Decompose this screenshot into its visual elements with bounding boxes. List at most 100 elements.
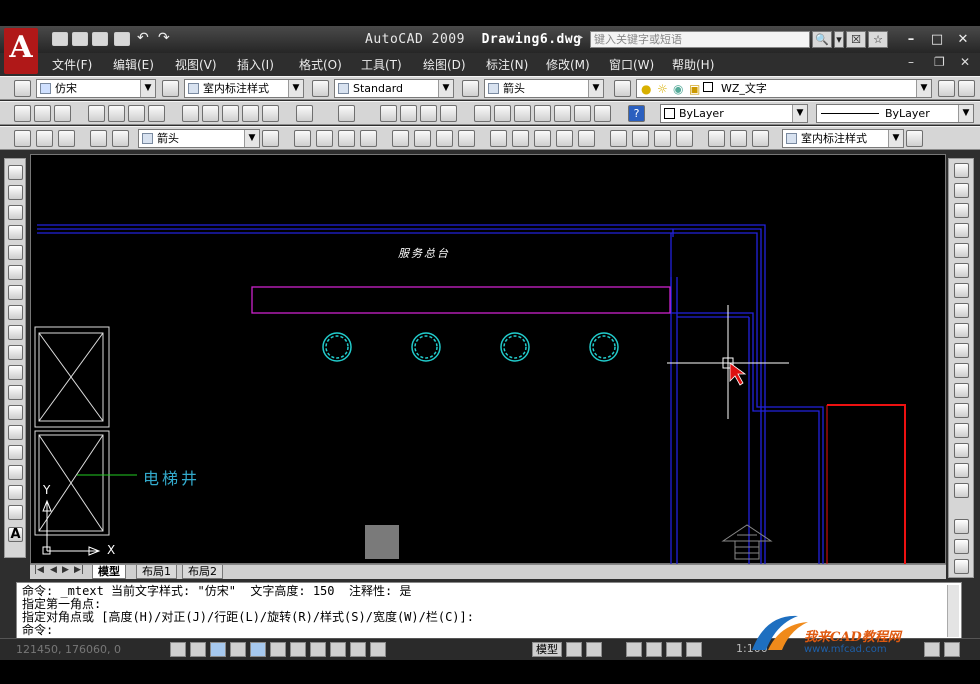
polygon-icon[interactable]: [8, 225, 23, 240]
line-icon[interactable]: [8, 165, 23, 180]
leader-align-icon[interactable]: [90, 130, 107, 147]
circle-icon[interactable]: [8, 285, 23, 300]
redo-toolbar-icon[interactable]: [338, 105, 355, 122]
plot-icon[interactable]: [88, 105, 105, 122]
match-properties-icon[interactable]: [242, 105, 259, 122]
pan-status-icon[interactable]: [626, 642, 642, 657]
open-icon[interactable]: [34, 105, 51, 122]
offset-icon[interactable]: [954, 223, 969, 238]
region-icon[interactable]: [8, 485, 23, 500]
spline-icon[interactable]: [8, 325, 23, 340]
menu-file[interactable]: 文件(F): [52, 56, 92, 73]
insert-block-icon[interactable]: [8, 385, 23, 400]
dim-jogged-icon[interactable]: [414, 130, 431, 147]
center-mark-icon[interactable]: [632, 130, 649, 147]
jogged-linear-icon[interactable]: [676, 130, 693, 147]
dim-text-edit-icon[interactable]: [730, 130, 747, 147]
quick-dim-icon[interactable]: [490, 130, 507, 147]
dim-arc-icon[interactable]: [338, 130, 355, 147]
dim-baseline-icon[interactable]: [512, 130, 529, 147]
rectangle-icon[interactable]: [8, 245, 23, 260]
dim-radius-icon[interactable]: [392, 130, 409, 147]
status-menu-icon[interactable]: [924, 642, 940, 657]
dim-break-icon[interactable]: [578, 130, 595, 147]
inspection-icon[interactable]: [654, 130, 671, 147]
properties-icon[interactable]: [474, 105, 491, 122]
minimize-icon[interactable]: –: [902, 31, 920, 48]
search-icon[interactable]: 🔍: [812, 31, 832, 48]
fillet-icon[interactable]: [954, 463, 969, 478]
mtext-icon[interactable]: A: [8, 527, 23, 542]
sheet-set-icon[interactable]: [534, 105, 551, 122]
arc-icon[interactable]: [8, 265, 23, 280]
favorites-star-icon[interactable]: ☆: [868, 31, 888, 48]
model-space-button[interactable]: 模型: [532, 642, 562, 657]
save-icon[interactable]: [92, 32, 108, 46]
copy-icon[interactable]: [202, 105, 219, 122]
open-file-icon[interactable]: [72, 32, 88, 46]
undo-toolbar-icon[interactable]: [296, 105, 313, 122]
dim-update-icon[interactable]: [752, 130, 769, 147]
menu-view[interactable]: 视图(V): [175, 56, 217, 73]
menu-insert[interactable]: 插入(I): [237, 56, 274, 73]
make-block-icon[interactable]: [8, 405, 23, 420]
leader-add-icon[interactable]: [36, 130, 53, 147]
zoom-status-icon[interactable]: [646, 642, 662, 657]
plot-preview-icon[interactable]: [108, 105, 125, 122]
snap-mode-icon[interactable]: [170, 642, 186, 657]
menu-dimension[interactable]: 标注(N): [486, 56, 528, 73]
communication-center-icon[interactable]: ☒: [846, 31, 866, 48]
markup-icon[interactable]: [554, 105, 571, 122]
text-style-select[interactable]: 仿宋 ▼: [36, 79, 156, 98]
revision-cloud-icon[interactable]: [8, 305, 23, 320]
draworder-icon[interactable]: [954, 519, 969, 534]
make-current-layer-icon[interactable]: [938, 80, 955, 97]
dim-angular-icon[interactable]: [458, 130, 475, 147]
menu-format[interactable]: 格式(O): [299, 56, 342, 73]
help-icon[interactable]: ?: [628, 105, 645, 122]
chamfer-icon[interactable]: [954, 443, 969, 458]
dim-edit-icon[interactable]: [708, 130, 725, 147]
bring-front-icon[interactable]: [954, 539, 969, 554]
tab-layout2[interactable]: 布局2: [182, 565, 223, 579]
search-expand-icon[interactable]: ▸: [578, 32, 583, 43]
tab-model[interactable]: 模型: [92, 565, 126, 579]
extend-icon[interactable]: [954, 363, 969, 378]
showmotion-icon[interactable]: [686, 642, 702, 657]
dim-space-icon[interactable]: [556, 130, 573, 147]
publish-icon[interactable]: [128, 105, 145, 122]
polar-tracking-icon[interactable]: [230, 642, 246, 657]
layer-previous-icon[interactable]: [958, 80, 975, 97]
trim-icon[interactable]: [954, 343, 969, 358]
leader-style-select[interactable]: 箭头 ▼: [138, 129, 260, 148]
print-icon[interactable]: [114, 32, 130, 46]
multileader-style-select[interactable]: 箭头 ▼: [484, 79, 604, 98]
explode-icon[interactable]: [954, 483, 969, 498]
rotate-icon[interactable]: [954, 283, 969, 298]
leader-icon[interactable]: [14, 130, 31, 147]
undo-icon[interactable]: ↶: [137, 30, 149, 46]
ducs-icon[interactable]: [290, 642, 306, 657]
construction-line-icon[interactable]: [8, 185, 23, 200]
scale-icon[interactable]: [954, 303, 969, 318]
menu-help[interactable]: 帮助(H): [672, 56, 714, 73]
menu-tools[interactable]: 工具(T): [361, 56, 402, 73]
layer-select[interactable]: ● ☼ ◉ ▣ WZ_文字 ▼: [636, 79, 932, 98]
table-icon[interactable]: [8, 505, 23, 520]
polyline-icon[interactable]: [8, 205, 23, 220]
dim-style-select[interactable]: 室内标注样式 ▼: [184, 79, 304, 98]
application-menu-button[interactable]: A: [4, 28, 38, 74]
tab-nav-first-icon[interactable]: |◀: [34, 565, 44, 575]
layer-manager-icon[interactable]: [614, 80, 631, 97]
table-style-select[interactable]: Standard ▼: [334, 79, 454, 98]
send-back-icon[interactable]: [954, 559, 969, 574]
tab-layout1[interactable]: 布局1: [136, 565, 177, 579]
break-icon[interactable]: [954, 403, 969, 418]
zoom-previous-icon[interactable]: [440, 105, 457, 122]
copy-object-icon[interactable]: [954, 183, 969, 198]
paste-icon[interactable]: [222, 105, 239, 122]
design-center-icon[interactable]: [494, 105, 511, 122]
quick-properties-icon[interactable]: [350, 642, 366, 657]
zoom-window-icon[interactable]: [420, 105, 437, 122]
save-toolbar-icon[interactable]: [54, 105, 71, 122]
